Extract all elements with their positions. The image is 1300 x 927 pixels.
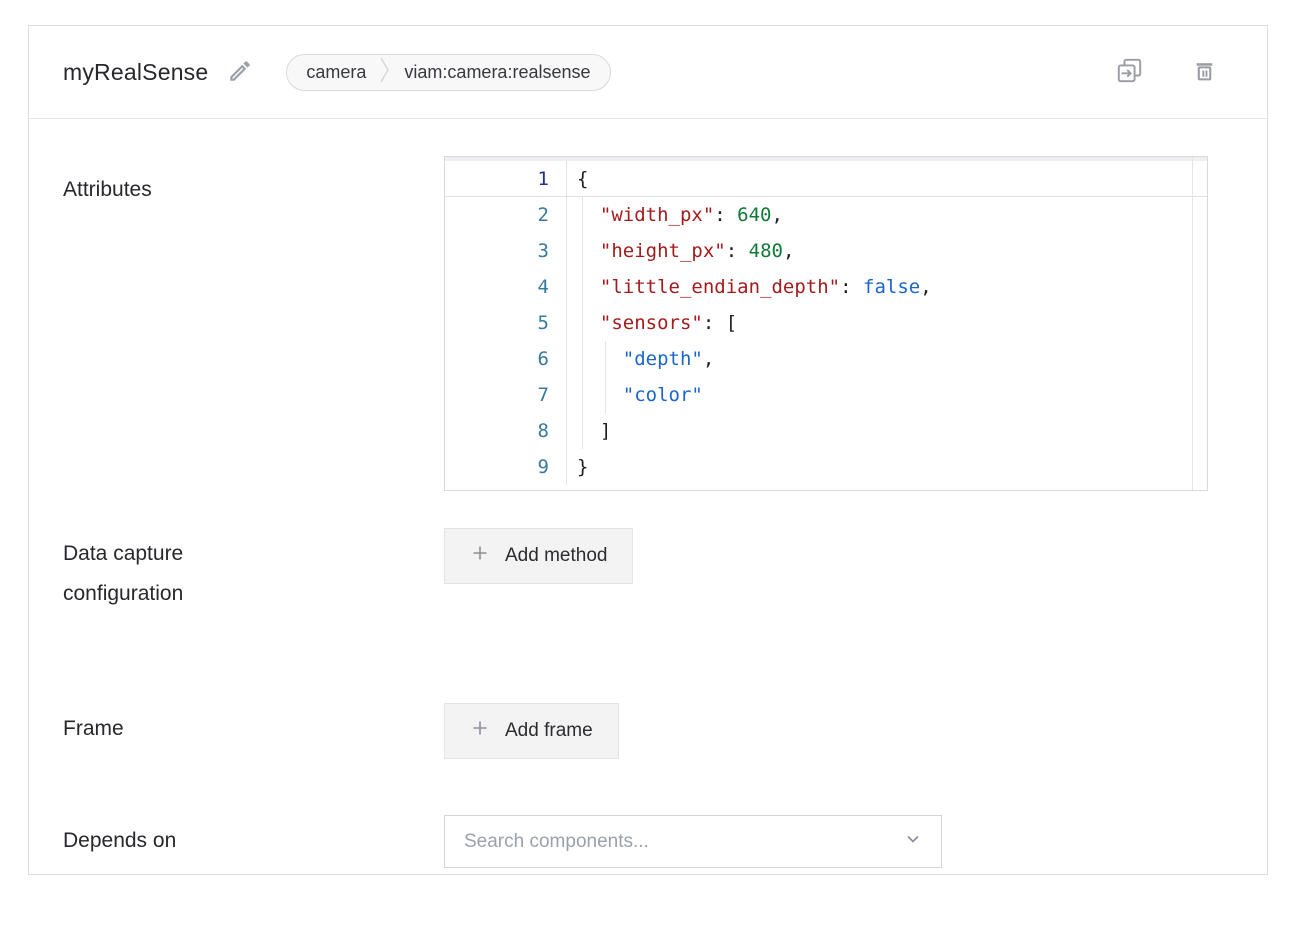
duplicate-button[interactable] <box>1116 57 1143 87</box>
line-number: 7 <box>445 377 567 413</box>
line-number: 3 <box>445 233 567 269</box>
depends-on-select[interactable] <box>444 815 942 868</box>
component-card: myRealSense camera viam:camera:realsense <box>28 25 1268 875</box>
editor-line[interactable]: 9} <box>445 449 1207 485</box>
line-number: 1 <box>445 161 567 196</box>
attributes-editor[interactable]: 1{2 "width_px": 640,3 "height_px": 480,4… <box>444 156 1208 491</box>
line-number: 4 <box>445 269 567 305</box>
depends-on-row: Depends on <box>63 815 1209 868</box>
data-capture-label: Data capture configuration <box>63 528 444 614</box>
plus-icon <box>470 718 490 744</box>
add-frame-label: Add frame <box>505 720 593 742</box>
header-actions <box>1116 57 1217 87</box>
line-number: 2 <box>445 197 567 233</box>
component-name: myRealSense <box>63 59 208 86</box>
editor-line[interactable]: 2 "width_px": 640, <box>445 197 1207 233</box>
line-number: 6 <box>445 341 567 377</box>
line-code[interactable]: "sensors": [ <box>567 305 1207 341</box>
card-header: myRealSense camera viam:camera:realsense <box>29 26 1267 119</box>
line-code[interactable]: } <box>567 449 1207 485</box>
depends-on-label: Depends on <box>63 815 444 861</box>
chevron-down-icon <box>904 830 922 853</box>
editor-lines: 1{2 "width_px": 640,3 "height_px": 480,4… <box>445 161 1207 485</box>
editor-line[interactable]: 7 "color" <box>445 377 1207 413</box>
line-code[interactable]: "color" <box>567 377 1207 413</box>
line-code[interactable]: "width_px": 640, <box>567 197 1207 233</box>
model-label: viam:camera:realsense <box>404 62 590 83</box>
card-body: Attributes 1{2 "width_px": 640,3 "height… <box>29 156 1267 868</box>
duplicate-icon <box>1116 57 1143 87</box>
attributes-label: Attributes <box>63 156 444 210</box>
edit-name-button[interactable] <box>227 58 253 87</box>
search-components-input[interactable] <box>464 831 904 853</box>
line-number: 8 <box>445 413 567 449</box>
data-capture-row: Data capture configuration Add method <box>63 528 1209 614</box>
chevron-right-icon <box>380 56 390 89</box>
editor-line[interactable]: 1{ <box>445 161 1207 197</box>
editor-scrollbar[interactable] <box>1192 157 1207 490</box>
indent-guide <box>582 197 583 449</box>
line-code[interactable]: "little_endian_depth": false, <box>567 269 1207 305</box>
component-type-pill: camera viam:camera:realsense <box>286 54 610 91</box>
delete-button[interactable] <box>1192 58 1217 86</box>
plus-icon <box>470 543 490 569</box>
editor-line[interactable]: 8 ] <box>445 413 1207 449</box>
attributes-row: Attributes 1{2 "width_px": 640,3 "height… <box>63 156 1209 491</box>
line-number: 9 <box>445 449 567 485</box>
type-label: camera <box>306 62 366 83</box>
indent-guide <box>605 341 606 413</box>
frame-label: Frame <box>63 703 444 749</box>
trash-icon <box>1192 58 1217 86</box>
editor-line[interactable]: 4 "little_endian_depth": false, <box>445 269 1207 305</box>
line-code[interactable]: "depth", <box>567 341 1207 377</box>
line-code[interactable]: "height_px": 480, <box>567 233 1207 269</box>
frame-row: Frame Add frame <box>63 703 1209 759</box>
add-method-label: Add method <box>505 545 607 567</box>
line-code[interactable]: ] <box>567 413 1207 449</box>
line-number: 5 <box>445 305 567 341</box>
line-code[interactable]: { <box>567 161 1207 196</box>
add-method-button[interactable]: Add method <box>444 528 633 584</box>
editor-line[interactable]: 5 "sensors": [ <box>445 305 1207 341</box>
pencil-icon <box>227 58 253 87</box>
editor-line[interactable]: 6 "depth", <box>445 341 1207 377</box>
editor-line[interactable]: 3 "height_px": 480, <box>445 233 1207 269</box>
add-frame-button[interactable]: Add frame <box>444 703 619 759</box>
